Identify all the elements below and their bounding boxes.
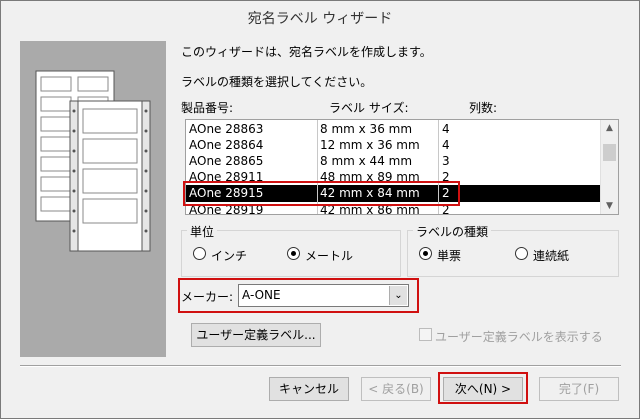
meter-label: メートル xyxy=(305,249,354,263)
size-cell: 12 mm x 36 mm xyxy=(320,138,420,152)
label-sheets-icon xyxy=(35,70,151,252)
label-illustration xyxy=(20,41,166,357)
show-custom-label: ユーザー定義ラベルを表示する xyxy=(435,330,603,344)
list-item[interactable]: AOne 28865 8 mm x 44 mm 3 xyxy=(186,153,600,170)
size-cell: 8 mm x 44 mm xyxy=(320,154,413,168)
column-header-count: 列数: xyxy=(469,101,498,115)
label-type-group-title: ラベルの種類 xyxy=(413,223,492,240)
list-item[interactable]: AOne 28863 8 mm x 36 mm 4 xyxy=(186,121,600,138)
count-cell: 3 xyxy=(442,154,450,168)
cancel-button[interactable]: キャンセル xyxy=(269,377,349,401)
maker-highlight xyxy=(178,278,419,313)
size-cell: 8 mm x 36 mm xyxy=(320,122,413,136)
selected-row-highlight xyxy=(183,181,460,206)
finish-button[interactable]: 完了(F) xyxy=(539,377,619,401)
scroll-down-icon[interactable]: ▼ xyxy=(601,198,618,214)
list-scrollbar[interactable]: ▲ ▼ xyxy=(600,120,618,214)
show-custom-checkbox[interactable] xyxy=(419,328,432,341)
column-header-product: 製品番号: xyxy=(181,101,234,115)
title-bar: 宛名ラベル ウィザード xyxy=(1,1,639,31)
scroll-thumb[interactable] xyxy=(603,144,616,161)
window-title: 宛名ラベル ウィザード xyxy=(247,11,393,27)
product-cell: AOne 28863 xyxy=(189,122,264,136)
inch-radio[interactable] xyxy=(193,247,206,260)
single-sheet-radio[interactable] xyxy=(419,247,432,260)
column-header-size: ラベル サイズ: xyxy=(329,101,409,115)
divider-highlight xyxy=(20,366,621,367)
continuous-label: 連続紙 xyxy=(533,249,570,263)
wizard-window: 宛名ラベル ウィザード このウィザードは、宛名ラベルを作成します。 ラベルの種類… xyxy=(0,0,640,419)
single-sheet-label: 単票 xyxy=(437,249,462,263)
count-cell: 4 xyxy=(442,138,450,152)
scroll-up-icon[interactable]: ▲ xyxy=(601,120,618,136)
inch-label: インチ xyxy=(211,249,248,263)
continuous-radio[interactable] xyxy=(515,247,528,260)
intro-text: このウィザードは、宛名ラベルを作成します。 xyxy=(181,45,432,59)
next-button-highlight xyxy=(438,372,528,404)
select-prompt: ラベルの種類を選択してください。 xyxy=(181,75,373,89)
unit-group-title: 単位 xyxy=(187,223,218,240)
product-cell: AOne 28865 xyxy=(189,154,264,168)
list-item[interactable]: AOne 28864 12 mm x 36 mm 4 xyxy=(186,137,600,154)
back-button[interactable]: < 戻る(B) xyxy=(361,377,431,401)
count-cell: 4 xyxy=(442,122,450,136)
product-cell: AOne 28864 xyxy=(189,138,264,152)
meter-radio[interactable] xyxy=(287,247,300,260)
custom-label-button[interactable]: ユーザー定義ラベル... xyxy=(191,323,321,347)
